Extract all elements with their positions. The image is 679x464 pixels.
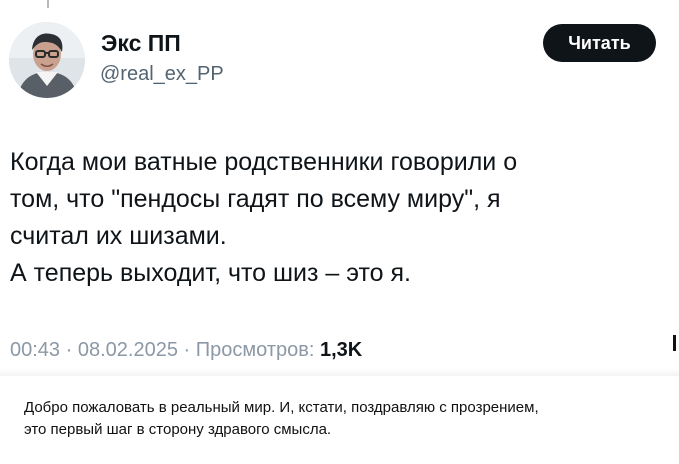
views-label: Просмотров: — [195, 339, 315, 361]
profile-photo-icon — [9, 22, 85, 98]
tweet-time[interactable]: 00:43 — [10, 339, 60, 361]
tweet-text-line: А теперь выходит, что шиз – это я. — [10, 259, 411, 287]
read-follow-button[interactable]: Читать — [543, 24, 656, 62]
caption-line: Добро пожаловать в реальный мир. И, кста… — [24, 399, 539, 416]
tweet-text: Когда мои ватные родственники говорили о… — [10, 144, 650, 292]
scroll-indicator — [673, 335, 676, 351]
meta-separator: · — [183, 339, 191, 361]
views-count: 1,3K — [319, 339, 363, 361]
top-divider-mark — [47, 0, 49, 8]
tweet-metadata: 00:43 · 08.02.2025 · Просмотров: 1,3K — [10, 338, 362, 362]
screenshot-bottom-edge — [0, 368, 679, 376]
tweet-text-line: Когда мои ватные родственники говорили о — [10, 148, 518, 176]
tweet-text-line: том, что "пендосы гадят по всему миру", … — [10, 185, 501, 213]
comment-caption: Добро пожаловать в реальный мир. И, кста… — [24, 397, 664, 441]
author-handle[interactable]: @real_ex_PP — [100, 62, 224, 86]
tweet-card: Экс ПП @real_ex_PP Читать Когда мои ватн… — [0, 0, 679, 376]
tweet-date[interactable]: 08.02.2025 — [78, 339, 178, 361]
author-display-name[interactable]: Экс ПП — [101, 30, 181, 56]
author-avatar[interactable] — [9, 22, 85, 98]
caption-line: это первый шаг в сторону здравого смысла… — [24, 421, 332, 438]
tweet-text-line: считал их шизами. — [10, 222, 227, 250]
meta-separator: · — [65, 339, 73, 361]
